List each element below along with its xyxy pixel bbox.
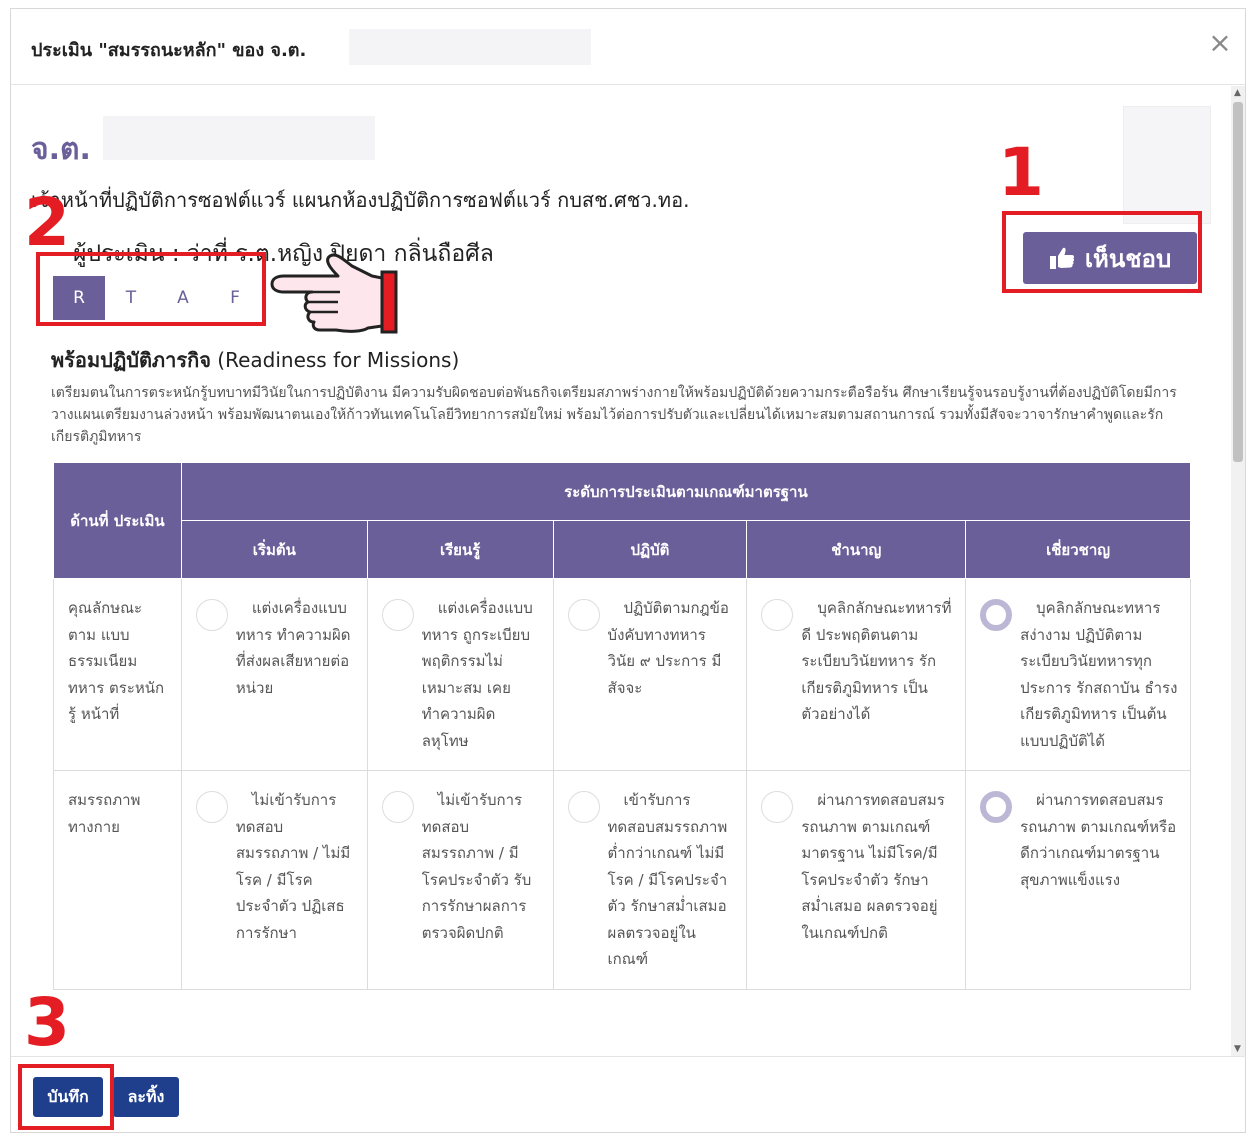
table-row: สมรรถภาพ ทางกาย ไม่เข้ารับการทดสอบสมรรถภ… [53, 770, 1191, 990]
level-cell: แต่งเครื่องแบบทหาร ถูกระเบียบ พฤติกรรมไม… [366, 578, 554, 771]
option-text: ไม่เข้ารับการทดสอบสมรรถภาพ / มีโรคประจำต… [421, 791, 532, 942]
level-header-4: ชำนาญ [746, 520, 967, 579]
level-header-5: เชี่ยวชาญ [965, 520, 1191, 579]
highlight-box-save [18, 1064, 114, 1130]
level-cell: ไม่เข้ารับการทดสอบสมรรถภาพ / ไม่มีโรค / … [180, 770, 368, 990]
assessment-modal: ประเมิน "สมรรถนะหลัก" ของ จ.ต. × จ.ต. เจ… [10, 8, 1246, 1133]
level-header-1: เริ่มต้น [180, 520, 368, 579]
section-description: เตรียมตนในการตระหนักรู้บทบาทมีวินัยในการ… [51, 385, 1177, 445]
section-title-en: (Readiness for Missions) [210, 348, 460, 372]
radio-option-selected[interactable] [980, 599, 1013, 631]
level-cell: ผ่านการทดสอบสมรรถนภาพ ตามเกณฑ์มาตรฐาน ไม… [746, 770, 967, 990]
level-cell: ผ่านการทดสอบสมรรถนภาพ ตามเกณฑ์หรือดีกว่า… [965, 770, 1191, 990]
option-text: ผ่านการทดสอบสมรรถนภาพ ตามเกณฑ์มาตรฐาน ไม… [801, 791, 945, 942]
level-cell: ไม่เข้ารับการทดสอบสมรรถภาพ / มีโรคประจำต… [366, 770, 554, 990]
option-text: แต่งเครื่องแบบทหาร ทำความผิดที่ส่งผลเสีย… [235, 599, 351, 697]
radio-option[interactable] [567, 599, 600, 631]
option-text: ไม่เข้ารับการทดสอบสมรรถภาพ / ไม่มีโรค / … [235, 791, 351, 942]
redacted-name-mask [349, 29, 591, 65]
option-text: แต่งเครื่องแบบทหาร ถูกระเบียบ พฤติกรรมไม… [421, 599, 533, 750]
level-cell: บุคลิกลักษณะทหารที่ดี ประพฤติตนตามระเบีย… [746, 578, 967, 771]
highlight-box-approve [1002, 211, 1202, 293]
step-number-1: 1 [998, 134, 1044, 211]
profile-photo [1123, 106, 1211, 224]
scroll-down-arrow-icon[interactable]: ▼ [1234, 1044, 1241, 1054]
level-cell: ปฏิบัติตามกฎข้อบังคับทางทหาร วินัย ๙ ประ… [552, 578, 748, 771]
section-title: พร้อมปฏิบัติภารกิจ (Readiness for Missio… [51, 344, 459, 376]
pointing-hand-icon [270, 253, 398, 334]
modal-title: ประเมิน "สมรรถนะหลัก" ของ จ.ต. [31, 40, 307, 61]
step-number-3: 3 [24, 984, 70, 1061]
level-cell: บุคลิกลักษณะทหารสง่างาม ปฏิบัติตามระเบีย… [965, 578, 1191, 771]
radio-option[interactable] [381, 791, 414, 823]
scrollbar-thumb[interactable] [1233, 102, 1243, 462]
option-text: บุคลิกลักษณะทหารที่ดี ประพฤติตนตามระเบีย… [801, 599, 952, 723]
radio-option[interactable] [567, 791, 600, 823]
level-header-3: ปฏิบัติ [552, 520, 748, 579]
option-text: เข้ารับการทดสอบสมรรถภาพ ต่ำกว่าเกณฑ์ ไม่… [607, 791, 728, 968]
step-number-2: 2 [24, 184, 70, 261]
table-row: คุณลักษณะ ตาม แบบ ธรรมเนียม ทหาร ตระหนัก… [53, 578, 1191, 771]
redacted-person-name [103, 116, 375, 160]
option-text: บุคลิกลักษณะทหารสง่างาม ปฏิบัติตามระเบีย… [1020, 599, 1178, 750]
aspect-cell: สมรรถภาพ ทางกาย [53, 770, 182, 990]
close-button[interactable]: × [1205, 29, 1235, 59]
vertical-scrollbar[interactable]: ▲ ▼ [1231, 86, 1245, 1056]
radio-option[interactable] [195, 599, 228, 631]
radio-option[interactable] [381, 599, 414, 631]
level-header: ระดับการประเมินตามเกณฑ์มาตรฐาน [180, 462, 1192, 521]
aspect-header: ด้านที่ ประเมิน [53, 462, 182, 579]
level-cell: แต่งเครื่องแบบทหาร ทำความผิดที่ส่งผลเสีย… [180, 578, 368, 771]
radio-option-selected[interactable] [980, 791, 1013, 823]
section-title-th: พร้อมปฏิบัติภารกิจ [51, 348, 211, 372]
assessment-table: ด้านที่ ประเมิน ระดับการประเมินตามเกณฑ์ม… [53, 462, 1192, 990]
option-text: ผ่านการทดสอบสมรรถนภาพ ตามเกณฑ์หรือดีกว่า… [1020, 791, 1177, 889]
highlight-box-tabs [36, 252, 266, 326]
radio-option[interactable] [195, 791, 228, 823]
radio-option[interactable] [761, 599, 794, 631]
person-name: จ.ต. [31, 132, 91, 167]
scroll-up-arrow-icon[interactable]: ▲ [1234, 88, 1241, 98]
modal-footer: บันทึก ละทิ้ง [11, 1056, 1246, 1134]
cancel-button[interactable]: ละทิ้ง [113, 1077, 179, 1117]
radio-option[interactable] [761, 791, 794, 823]
level-cell: เข้ารับการทดสอบสมรรถภาพ ต่ำกว่าเกณฑ์ ไม่… [552, 770, 748, 990]
modal-header: ประเมิน "สมรรถนะหลัก" ของ จ.ต. × [11, 9, 1245, 85]
person-position: เจ้าหน้าที่ปฏิบัติการซอฟต์แวร์ แผนกห้องป… [31, 188, 690, 212]
option-text: ปฏิบัติตามกฎข้อบังคับทางทหาร วินัย ๙ ประ… [607, 599, 729, 697]
aspect-cell: คุณลักษณะ ตาม แบบ ธรรมเนียม ทหาร ตระหนัก… [53, 578, 182, 771]
level-header-2: เรียนรู้ [366, 520, 554, 579]
